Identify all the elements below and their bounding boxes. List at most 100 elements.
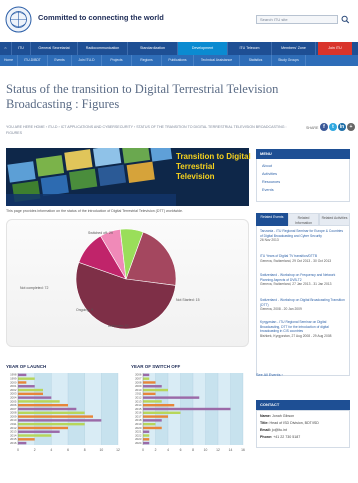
home-icon[interactable]: ⌂ — [0, 42, 12, 55]
nav-standardization[interactable]: Standardization — [128, 42, 178, 55]
bar-2003[interactable] — [18, 392, 43, 396]
contact-name: Name: Jonah Gibson — [260, 414, 295, 418]
event-title[interactable]: Switzerland - Workshop on Frequency and … — [260, 273, 346, 282]
list-item[interactable]: Kyrgyzstan - ITU Regional Seminar on Dig… — [260, 320, 346, 339]
subnav-publications[interactable]: Publications — [162, 55, 194, 66]
bar-2014[interactable] — [143, 403, 175, 407]
page-title: Status of the transition to Digital Terr… — [6, 82, 279, 111]
subnav-projects[interactable]: Projects — [102, 55, 132, 66]
breadcrumb[interactable]: YOU ARE HERE HOME › ITU-D › ICT APPLICAT… — [6, 124, 296, 136]
nav-radiocommunication[interactable]: Radiocommunication — [78, 42, 128, 55]
menu-item-resources[interactable]: Resources — [262, 180, 280, 184]
itu-logo-icon[interactable] — [5, 6, 32, 33]
list-item[interactable]: Tanzania - ITU Regional Seminar for Euro… — [260, 229, 346, 243]
contact-title-line: Title: Head of ISD Division, BDT/ISD — [260, 421, 319, 425]
bar-2011[interactable] — [143, 392, 156, 396]
bar-2019[interactable] — [143, 422, 156, 426]
bar-2014[interactable] — [18, 434, 52, 437]
list-item[interactable]: ITU Years of Digital TV transition/DTTB G… — [260, 254, 346, 263]
bar-2010[interactable] — [18, 419, 102, 422]
subnav-join-itu-d[interactable]: Join ITU-D — [72, 55, 102, 66]
x-tick-label: 0 — [17, 448, 19, 452]
subnav-technical-assistance[interactable]: Technical Assistance — [194, 55, 240, 66]
pie-label-not-started: Not Started: 15 — [176, 298, 200, 302]
linkedin-icon[interactable]: in — [338, 123, 346, 131]
event-title[interactable]: Kyrgyzstan - ITU Regional Seminar on Dig… — [260, 320, 346, 334]
x-tick-label: 8 — [84, 448, 86, 452]
bar-1998[interactable] — [18, 373, 27, 377]
x-tick-label: 0 — [142, 448, 144, 452]
tab-related-information[interactable]: Related Information — [288, 213, 319, 226]
bar-2006[interactable] — [18, 403, 68, 407]
subnav-home[interactable]: Home — [0, 55, 18, 66]
facebook-icon[interactable]: f — [320, 123, 328, 131]
x-tick-label: 12 — [116, 448, 120, 452]
nav-itu-telecom[interactable]: ITU Telecom — [228, 42, 272, 55]
x-tick-label: 14 — [229, 448, 233, 452]
search-icon[interactable] — [339, 14, 352, 25]
bar-2024[interactable] — [143, 441, 150, 445]
bar-2000[interactable] — [18, 381, 27, 384]
bar-2009[interactable] — [18, 415, 93, 418]
list-item[interactable]: Switzerland - Workshop on Frequency and … — [260, 273, 346, 287]
bar-2002[interactable] — [18, 388, 43, 392]
subnav-study-groups[interactable]: Study Groups — [272, 55, 306, 66]
contact-email[interactable]: Email: jo@itu.int — [260, 428, 287, 432]
bar-2007[interactable] — [18, 407, 77, 411]
tab-related-activities[interactable]: Related Activities — [319, 213, 350, 226]
search-input[interactable]: Search ITU site — [256, 15, 338, 24]
nav-development[interactable]: Development — [178, 42, 228, 55]
bar-2022[interactable] — [143, 434, 150, 437]
event-title[interactable]: Tanzania - ITU Regional Seminar for Euro… — [260, 229, 346, 238]
bar-1999[interactable] — [18, 377, 35, 380]
bar-2020[interactable] — [143, 426, 162, 430]
bar-2001[interactable] — [18, 385, 35, 388]
y-tick-label: 2016 — [10, 441, 17, 445]
bar-2015[interactable] — [143, 407, 231, 411]
bar-2012[interactable] — [143, 396, 200, 399]
subnav-itu-d-bdt[interactable]: ITU-D/BDT — [18, 55, 48, 66]
bar-2015[interactable] — [18, 438, 35, 441]
bar-2007[interactable] — [143, 377, 150, 380]
twitter-icon[interactable]: t — [329, 123, 337, 131]
bar-2006[interactable] — [143, 373, 150, 377]
bar-2023[interactable] — [143, 438, 150, 441]
x-tick-label: 2 — [34, 448, 36, 452]
subnav-regions[interactable]: Regions — [132, 55, 162, 66]
bar-2011[interactable] — [18, 422, 85, 426]
x-tick-label: 6 — [67, 448, 69, 452]
nav-members-zone[interactable]: Members' Zone — [272, 42, 316, 55]
bar-2021[interactable] — [143, 430, 150, 433]
main-navigation: ⌂ ITU General Secretariat Radiocommunica… — [0, 42, 358, 55]
nav-general-secretariat[interactable]: General Secretariat — [31, 42, 78, 55]
bar-2010[interactable] — [143, 388, 168, 392]
x-tick-label: 8 — [192, 448, 194, 452]
bar-2018[interactable] — [143, 419, 162, 422]
subnav-events[interactable]: Events — [48, 55, 72, 66]
share-more-icon[interactable]: + — [347, 123, 355, 131]
menu-item-about[interactable]: About — [262, 164, 272, 168]
nav-join-itu[interactable]: Join ITU — [318, 42, 352, 55]
bar-2004[interactable] — [18, 396, 52, 399]
bar-2008[interactable] — [143, 381, 156, 384]
bar-2005[interactable] — [18, 400, 60, 403]
see-all-events-link[interactable]: See All Events › — [256, 373, 283, 377]
x-tick-label: 10 — [204, 448, 208, 452]
bar-2016[interactable] — [143, 411, 181, 415]
nav-itu[interactable]: ITU — [12, 42, 31, 55]
bar-2013[interactable] — [143, 400, 162, 403]
list-item[interactable]: Switzerland - Workshop on Digital Broadc… — [260, 298, 346, 312]
bar-2008[interactable] — [18, 411, 85, 415]
event-meta: Geneva, Switzerland, 29 Oct 2013 - 30 Oc… — [260, 258, 332, 263]
menu-item-events[interactable]: Events — [262, 188, 274, 192]
bar-2013[interactable] — [18, 430, 60, 433]
menu-item-activities[interactable]: Activities — [262, 172, 277, 176]
bar-2017[interactable] — [143, 415, 168, 418]
tab-related-events[interactable]: Related Events — [256, 213, 288, 226]
event-meta: Bishkek, Kyrgyzstan, 27 Aug 2008 - 29 Au… — [260, 334, 332, 339]
subnav-statistics[interactable]: Statistics — [240, 55, 272, 66]
bar-2009[interactable] — [143, 385, 162, 388]
event-title[interactable]: Switzerland - Workshop on Digital Broadc… — [260, 298, 346, 307]
bar-2016[interactable] — [18, 441, 27, 445]
bar-2012[interactable] — [18, 426, 68, 430]
